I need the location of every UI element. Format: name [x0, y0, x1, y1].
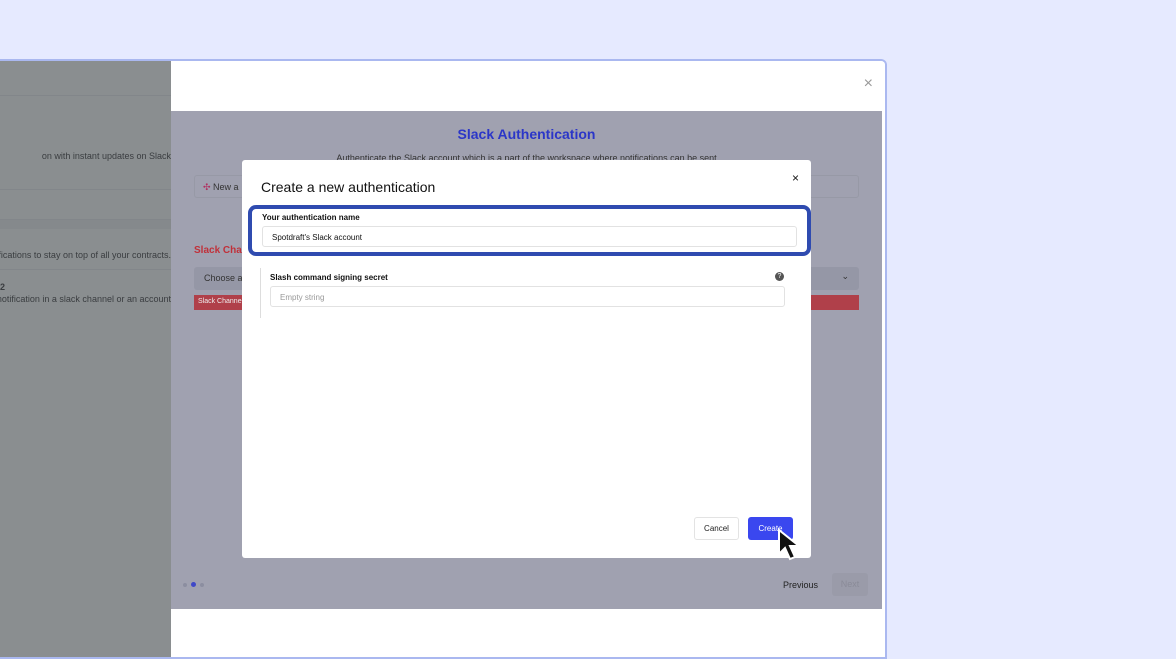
- bg-text: on with instant updates on Slack: [41, 151, 171, 161]
- auth-name-label: Your authentication name: [262, 213, 360, 222]
- signing-secret-field: Slash command signing secret ? Empty str…: [260, 268, 785, 318]
- create-authentication-dialog: Create a new authentication × Your authe…: [242, 160, 811, 558]
- close-icon[interactable]: ×: [792, 171, 799, 185]
- new-auth-label: New a: [213, 182, 239, 192]
- bg-text: notification in a slack channel or an ac…: [0, 294, 171, 304]
- signing-secret-input[interactable]: Empty string: [270, 286, 785, 307]
- help-icon[interactable]: ?: [775, 272, 784, 281]
- signing-secret-label: Slash command signing secret: [270, 273, 388, 282]
- dialog-title: Create a new authentication: [261, 179, 436, 195]
- next-button[interactable]: Next: [832, 573, 868, 596]
- auth-name-field: Your authentication name Spotdraft's Sla…: [248, 205, 811, 256]
- auth-name-input[interactable]: Spotdraft's Slack account: [262, 226, 797, 247]
- close-icon[interactable]: ×: [864, 75, 873, 93]
- cancel-button[interactable]: Cancel: [694, 517, 739, 540]
- chevron-down-icon: ⌄: [841, 271, 849, 281]
- bg-text: otifications to stay on top of all your …: [0, 250, 171, 260]
- bg-text: 2: [0, 282, 6, 292]
- mouse-cursor-icon: [778, 528, 802, 561]
- select-placeholder: Choose an: [204, 273, 248, 283]
- background-page: on with instant updates on Slack otifica…: [0, 61, 171, 657]
- step-indicator: [183, 582, 204, 587]
- slack-icon: ✣: [203, 182, 214, 192]
- wizard-title: Slack Authentication: [457, 126, 596, 142]
- previous-button[interactable]: Previous: [783, 580, 818, 590]
